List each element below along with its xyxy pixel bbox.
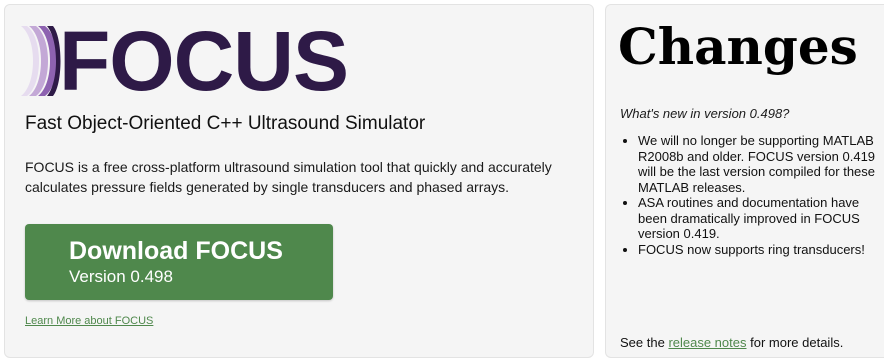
release-notes-line: See the release notes for more details. (620, 335, 843, 350)
release-notes-suffix: for more details. (746, 335, 844, 350)
description: FOCUS is a free cross-platform ultrasoun… (25, 159, 552, 195)
focus-logo: FOCUS (17, 14, 349, 108)
download-button[interactable]: Download FOCUS Version 0.498 (25, 224, 333, 300)
changes-subtitle: What's new in version 0.498? (620, 106, 790, 121)
changes-panel: Changes What's new in version 0.498? We … (605, 4, 884, 358)
changes-title: Changes (618, 17, 858, 76)
list-item: FOCUS now supports ring transducers! (638, 242, 882, 258)
changes-list: We will no longer be supporting MATLAB R… (620, 133, 882, 257)
download-button-title: Download FOCUS (69, 237, 283, 265)
hero-panel: FOCUS Fast Object-Oriented C++ Ultrasoun… (4, 4, 594, 358)
release-notes-prefix: See the (620, 335, 669, 350)
learn-more-link[interactable]: Learn More about FOCUS (25, 315, 153, 327)
focus-logo-icon (21, 26, 61, 96)
release-notes-link[interactable]: release notes (668, 335, 746, 350)
tagline: Fast Object-Oriented C++ Ultrasound Simu… (25, 113, 426, 134)
list-item: We will no longer be supporting MATLAB R… (638, 133, 882, 195)
logo-text: FOCUS (59, 14, 349, 108)
list-item: ASA routines and documentation have been… (638, 195, 882, 242)
download-button-version: Version 0.498 (69, 267, 173, 286)
